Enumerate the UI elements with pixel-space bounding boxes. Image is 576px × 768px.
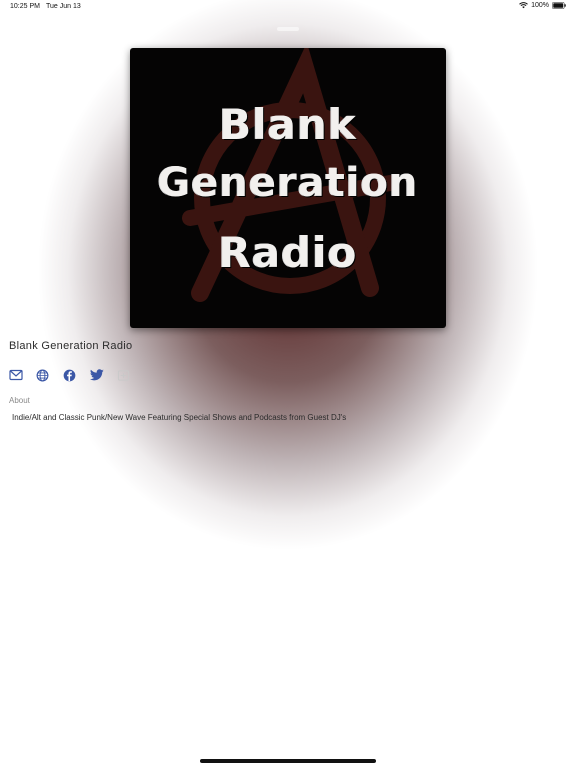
about-description: Indie/Alt and Classic Punk/New Wave Feat… — [12, 413, 347, 422]
artwork-text-line-3: Radio — [218, 228, 358, 277]
action-row — [8, 366, 143, 384]
website-button[interactable] — [35, 368, 50, 383]
mail-icon — [8, 369, 23, 381]
status-date: Tue Jun 13 — [46, 3, 81, 10]
station-title: Blank Generation Radio — [9, 340, 133, 352]
status-bar: 10:25 PM Tue Jun 13 100% — [0, 0, 576, 16]
artwork-text-line-2: Generation — [157, 160, 419, 206]
station-artwork: Blank Generation Radio — [130, 48, 446, 328]
facebook-button[interactable] — [62, 368, 77, 383]
facebook-icon — [63, 369, 76, 382]
battery-icon — [552, 2, 566, 9]
artwork-text-line-1: Blank — [219, 100, 357, 149]
wifi-icon — [519, 2, 528, 9]
share-button[interactable] — [116, 368, 131, 383]
about-heading: About — [9, 396, 30, 405]
share-icon — [117, 369, 130, 382]
globe-icon — [36, 369, 49, 382]
sheet-grabber-handle[interactable] — [277, 27, 299, 31]
status-time: 10:25 PM — [10, 3, 40, 10]
battery-percent: 100% — [531, 2, 549, 9]
status-right: 100% — [519, 2, 566, 9]
email-button[interactable] — [8, 368, 23, 383]
twitter-button[interactable] — [89, 368, 104, 383]
twitter-icon — [89, 369, 104, 381]
home-indicator[interactable] — [200, 759, 376, 763]
